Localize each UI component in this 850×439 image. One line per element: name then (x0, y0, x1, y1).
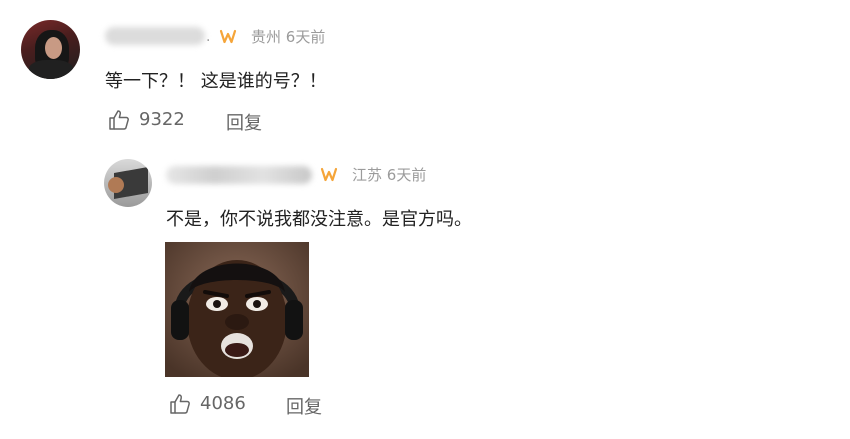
comment-location: 贵州 (251, 28, 282, 46)
like-count: 9322 (139, 109, 185, 130)
avatar-body (29, 60, 73, 79)
avatar-figure (108, 177, 124, 193)
comment-text: 等一下？！ 这是谁的号？！ (105, 71, 327, 92)
comment-time: 6天前 (285, 28, 326, 46)
username-suffix: . (206, 29, 211, 45)
reply-commenter-avatar[interactable] (104, 159, 152, 207)
commenter-avatar[interactable] (21, 20, 80, 79)
blurred-username[interactable] (105, 27, 205, 45)
thumbs-up-icon[interactable] (108, 109, 130, 131)
avatar-face (45, 37, 62, 59)
comment-location: 江苏 (352, 166, 383, 184)
orange-w-badge-icon (219, 29, 237, 44)
comment-meta: 江苏 6天前 (352, 164, 426, 185)
like-count: 4086 (200, 393, 246, 414)
orange-w-badge-icon (320, 167, 338, 182)
reply-button[interactable]: 回复 (286, 393, 322, 419)
shocked-face-reaction-image[interactable] (165, 242, 309, 377)
thumbs-up-icon[interactable] (169, 393, 191, 415)
blurred-username[interactable] (166, 166, 312, 184)
comment-meta: 贵州 6天前 (251, 26, 325, 47)
comment-time: 6天前 (386, 166, 427, 184)
comment-text: 不是，你不说我都没注意。是官方吗。 (166, 209, 472, 230)
reaction-image-art (165, 242, 309, 377)
reply-button[interactable]: 回复 (226, 109, 262, 135)
